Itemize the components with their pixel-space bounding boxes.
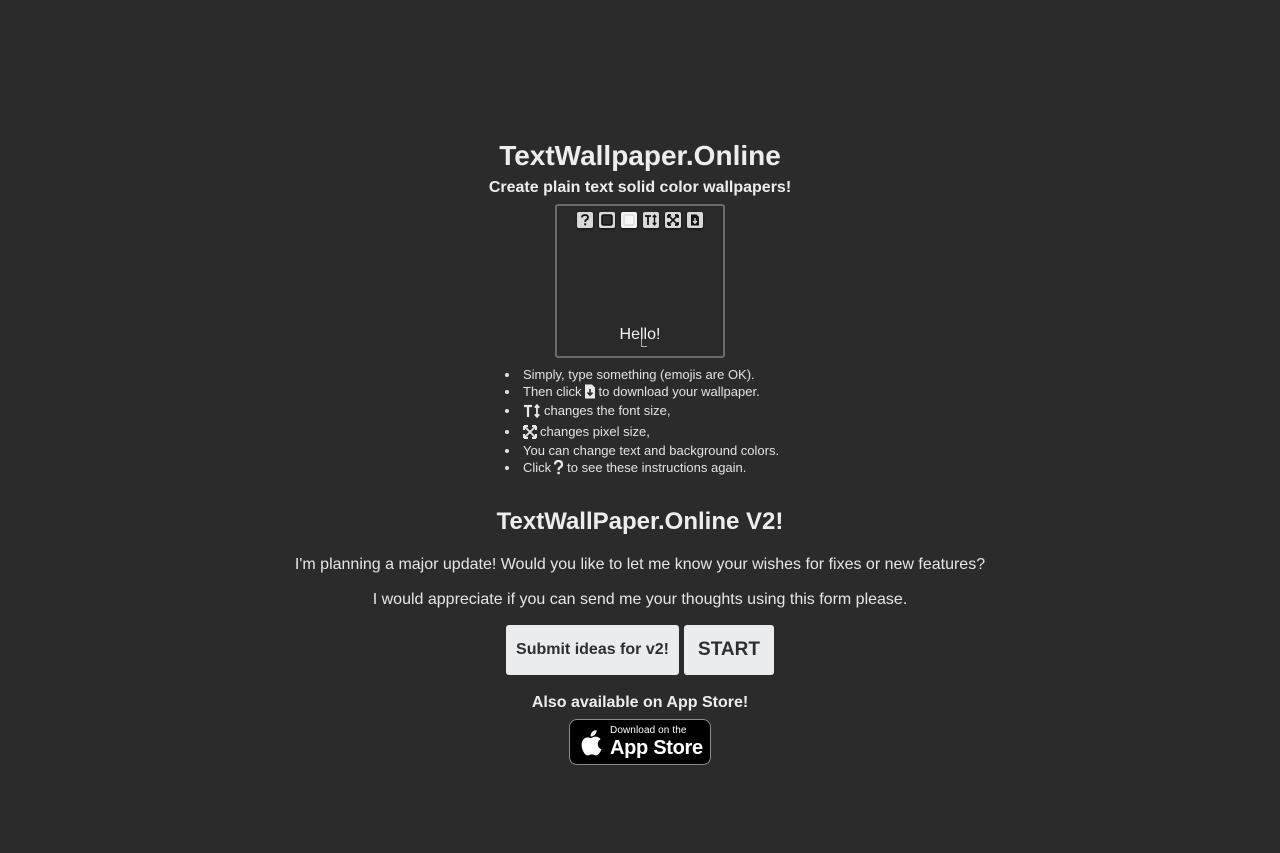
preview-toolbar	[557, 212, 723, 228]
instruction-text: Then click	[523, 384, 582, 399]
app-store-badge-small: Download on the	[610, 725, 687, 736]
apple-icon	[580, 728, 604, 756]
download-icon	[584, 384, 596, 399]
site-subtitle: Create plain text solid color wallpapers…	[488, 179, 792, 196]
instruction-text: to see these instructions again.	[567, 460, 747, 475]
instruction-text: to download your wallpaper.	[598, 384, 760, 399]
instruction-text: You can change text and background color…	[523, 443, 780, 458]
page: TextWallpaper.Online Create plain text s…	[0, 0, 1280, 853]
wallpaper-text-input[interactable]: Hello!	[557, 326, 723, 344]
help-icon	[553, 460, 564, 475]
app-store-badge-text: Download on the App Store	[610, 725, 703, 759]
font-size-button[interactable]	[643, 212, 659, 228]
app-store-badge[interactable]: Download on the App Store	[569, 719, 711, 765]
pixel-size-icon	[523, 424, 537, 439]
instructions-list: Simply, type something (emojis are OK). …	[505, 366, 779, 476]
instruction-text: changes the font size,	[544, 403, 671, 418]
instruction-item: You can change text and background color…	[505, 442, 779, 459]
text-color-icon	[623, 214, 635, 226]
download-icon	[690, 214, 700, 226]
v2-update-text: I'm planning a major update! Would you l…	[294, 556, 986, 573]
background-color-icon	[601, 214, 613, 226]
wallpaper-preview[interactable]: Hello!	[555, 204, 725, 358]
instruction-item: Click to see these instructions again.	[505, 459, 779, 476]
background-color-button[interactable]	[599, 212, 615, 228]
font-size-icon	[523, 403, 541, 418]
app-store-heading: Also available on App Store!	[531, 694, 749, 711]
instruction-item: changes pixel size,	[505, 421, 779, 442]
font-size-icon	[644, 214, 658, 226]
v2-title: TextWallPaper.Online V2!	[496, 508, 784, 535]
app-store-badge-large: App Store	[610, 737, 703, 759]
instruction-text: Click	[523, 460, 552, 475]
text-color-button[interactable]	[621, 212, 637, 228]
help-icon	[580, 214, 590, 226]
start-button[interactable]: START	[684, 625, 774, 675]
instruction-item: changes the font size,	[505, 400, 779, 421]
instruction-text: changes pixel size,	[540, 424, 650, 439]
help-button[interactable]	[577, 212, 593, 228]
mouse-cursor-icon	[641, 339, 647, 347]
pixel-size-icon	[667, 214, 679, 226]
instruction-item: Then click to download your wallpaper.	[505, 383, 779, 400]
v2-form-text: I would appreciate if you can send me yo…	[372, 591, 908, 608]
instruction-text: Simply, type something (emojis are OK).	[523, 367, 755, 382]
download-button[interactable]	[687, 212, 703, 228]
site-title: TextWallpaper.Online	[499, 140, 781, 171]
action-buttons: Submit ideas for v2! START	[0, 625, 1280, 675]
pixel-size-button[interactable]	[665, 212, 681, 228]
submit-ideas-button[interactable]: Submit ideas for v2!	[506, 625, 679, 675]
instruction-item: Simply, type something (emojis are OK).	[505, 366, 779, 383]
